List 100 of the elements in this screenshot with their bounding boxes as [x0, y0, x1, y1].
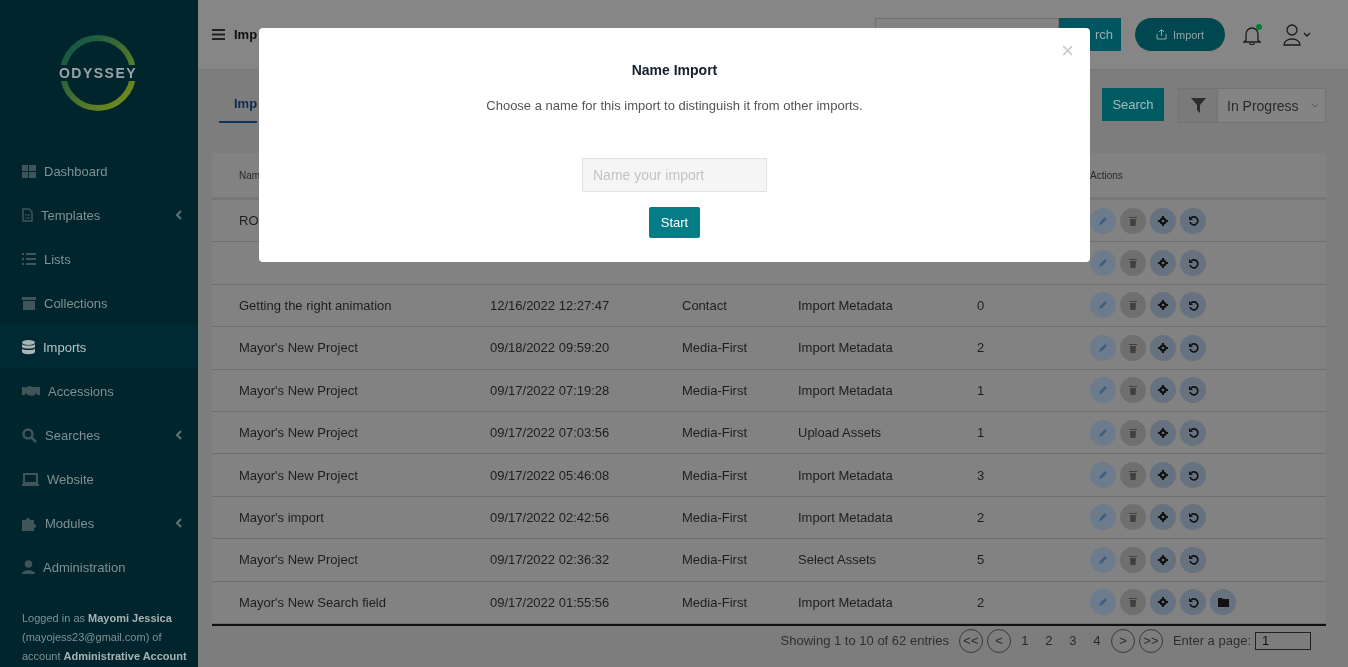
- table-cell-text: 09/17/2022 05:46:08: [490, 467, 611, 483]
- start-button[interactable]: Start: [649, 207, 700, 238]
- sidebar-item[interactable]: Templates: [0, 193, 198, 237]
- settings-button[interactable]: [1150, 292, 1176, 319]
- table-cell-text: 1: [977, 425, 986, 441]
- sidebar-item[interactable]: Dashboard: [0, 149, 198, 193]
- sidebar-item[interactable]: Searches: [0, 413, 198, 457]
- page-button[interactable]: 3: [1062, 628, 1083, 653]
- undo-button[interactable]: [1180, 589, 1206, 616]
- gear-icon: [1158, 554, 1168, 565]
- sidebar-item[interactable]: Collections: [0, 281, 198, 325]
- pencil-icon: [1098, 427, 1108, 438]
- delete-button[interactable]: [1120, 419, 1146, 446]
- table-cell-text: Media-First: [682, 552, 748, 568]
- undo-icon: [1187, 596, 1199, 608]
- undo-icon: [1187, 342, 1199, 354]
- delete-button[interactable]: [1120, 589, 1146, 616]
- gear-icon: [1158, 385, 1168, 396]
- table-cell-text: Mayor's New Project: [239, 552, 359, 568]
- table-cell-text: 09/17/2022 01:55:56: [490, 594, 611, 610]
- table-cell-text: 2: [977, 340, 986, 356]
- trash-icon: [1129, 470, 1137, 481]
- search-icon: [22, 427, 37, 443]
- gear-icon: [1158, 258, 1168, 269]
- undo-button[interactable]: [1180, 292, 1206, 319]
- import-button[interactable]: Import: [1135, 18, 1225, 51]
- undo-button[interactable]: [1180, 504, 1206, 531]
- folder-button[interactable]: [1210, 589, 1236, 616]
- sidebar-item[interactable]: Lists: [0, 237, 198, 281]
- table-cell-text: Upload Assets: [798, 425, 883, 441]
- trash-icon: [1129, 342, 1137, 353]
- table-cell-text: Mayor's New Project: [239, 467, 359, 483]
- settings-button[interactable]: [1150, 589, 1176, 616]
- tab[interactable]: Imp: [219, 86, 258, 123]
- delete-button[interactable]: [1120, 546, 1146, 573]
- undo-button[interactable]: [1180, 207, 1206, 234]
- undo-button[interactable]: [1180, 546, 1206, 573]
- archive-box-icon: [22, 296, 36, 310]
- page-button[interactable]: 4: [1086, 628, 1107, 653]
- table-cell-text: Select Assets: [798, 552, 878, 568]
- sidebar-item[interactable]: Accessions: [0, 369, 198, 413]
- settings-button[interactable]: [1150, 504, 1176, 531]
- table-cell-text: Import Metadata: [798, 382, 894, 398]
- trash-icon: [1129, 427, 1137, 438]
- pencil-icon: [1098, 385, 1108, 396]
- settings-button[interactable]: [1150, 207, 1176, 234]
- delete-button[interactable]: [1120, 292, 1146, 319]
- settings-button[interactable]: [1150, 546, 1176, 573]
- pencil-icon: [1098, 512, 1108, 523]
- page-button[interactable]: 2: [1038, 628, 1059, 653]
- table-cell-text: 2: [977, 509, 986, 525]
- user-icon: [22, 560, 35, 574]
- sidebar-item[interactable]: Administration: [0, 545, 198, 589]
- settings-button[interactable]: [1150, 377, 1176, 404]
- filter-icon[interactable]: [1190, 98, 1206, 113]
- trash-icon: [1129, 215, 1137, 226]
- sidebar-item[interactable]: Modules: [0, 501, 198, 545]
- sidebar-item[interactable]: Imports: [0, 325, 198, 369]
- pencil-icon: [1098, 258, 1108, 269]
- undo-button[interactable]: [1180, 419, 1206, 446]
- search-button[interactable]: Search: [1102, 88, 1164, 121]
- undo-icon: [1187, 511, 1199, 523]
- page-title: Imp: [234, 27, 258, 42]
- undo-button[interactable]: [1180, 250, 1206, 277]
- list-icon: [22, 253, 36, 265]
- delete-button[interactable]: [1120, 207, 1146, 234]
- undo-button[interactable]: [1180, 462, 1206, 489]
- table-cell-text: 09/17/2022 07:19:28: [490, 382, 611, 398]
- settings-button[interactable]: [1150, 250, 1176, 277]
- delete-button[interactable]: [1120, 250, 1146, 277]
- user-menu-icon[interactable]: [1283, 23, 1312, 46]
- sidebar-item[interactable]: Website: [0, 457, 198, 501]
- login-info: Logged in as Mayomi Jessica (mayojess23@gmail.com) of account Administrative Account: [21, 611, 188, 664]
- undo-button[interactable]: [1180, 334, 1206, 361]
- table-cell-text: 3: [977, 467, 986, 483]
- pencil-icon: [1098, 470, 1108, 481]
- table-cell-text: 0: [977, 297, 986, 313]
- settings-button[interactable]: [1150, 462, 1176, 489]
- settings-button[interactable]: [1150, 419, 1176, 446]
- trash-icon: [1129, 554, 1137, 565]
- table-cell-text: Import Metadata: [798, 509, 894, 525]
- settings-button[interactable]: [1150, 334, 1176, 361]
- table-cell-text: 09/18/2022 09:59:20: [490, 340, 611, 356]
- gear-icon: [1158, 512, 1168, 523]
- page-input[interactable]: 1: [1255, 631, 1311, 650]
- page-button[interactable]: 1: [1014, 628, 1035, 653]
- gear-icon: [1158, 597, 1168, 608]
- dashboard-icon: [22, 164, 36, 178]
- bell-icon[interactable]: [1242, 24, 1262, 45]
- undo-button[interactable]: [1180, 377, 1206, 404]
- trash-icon: [1129, 385, 1137, 396]
- menu-icon[interactable]: [212, 29, 225, 40]
- delete-button[interactable]: [1120, 462, 1146, 489]
- table-cell-text: Mayor's New Project: [239, 340, 359, 356]
- column-header: Actions: [1090, 169, 1124, 181]
- gear-icon: [1158, 427, 1168, 438]
- gear-icon: [1158, 300, 1168, 311]
- delete-button[interactable]: [1120, 504, 1146, 531]
- delete-button[interactable]: [1120, 377, 1146, 404]
- delete-button[interactable]: [1120, 334, 1146, 361]
